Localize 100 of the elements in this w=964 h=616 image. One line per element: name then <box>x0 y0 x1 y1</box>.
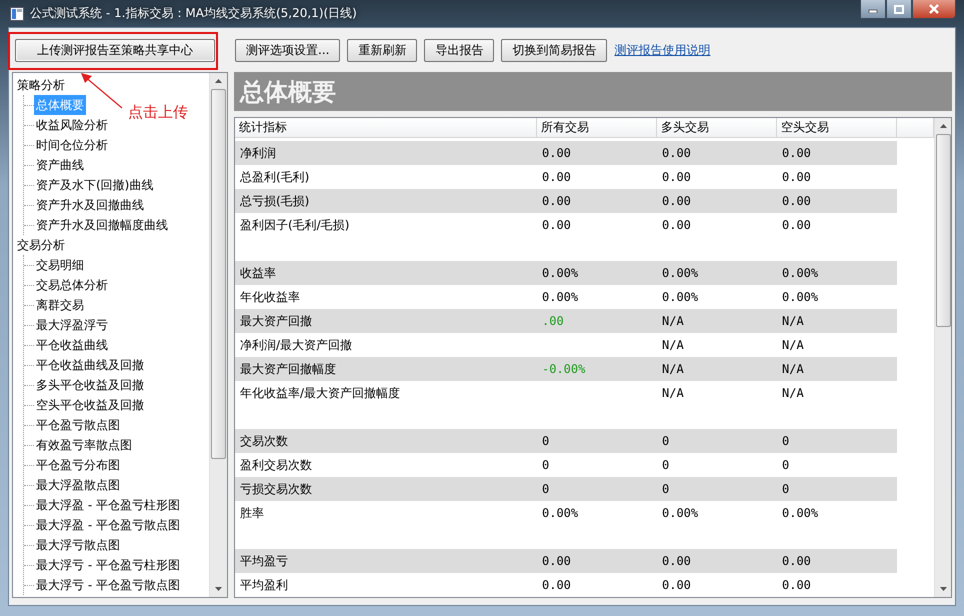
window-icon <box>10 6 24 20</box>
table-cell: 0.00% <box>542 290 578 304</box>
scroll-thumb[interactable] <box>936 134 950 327</box>
toolbar-button[interactable]: 测评选项设置... <box>235 38 340 62</box>
tree-item[interactable]: 资产及水下(回撤)曲线 <box>34 175 156 195</box>
table-cell: -0.00% <box>542 362 586 376</box>
table-cell: 交易次数 <box>240 434 288 448</box>
tree-item[interactable]: 最大浮亏 - 平仓盈亏柱形图 <box>34 555 182 575</box>
scroll-up-icon <box>215 79 222 83</box>
tree-item[interactable]: 最大浮盈散点图 <box>34 475 122 495</box>
tree-item[interactable]: 收益风险分析 <box>34 115 110 135</box>
tree-group[interactable]: 策略分析 <box>15 75 67 95</box>
table-cell: 盈利交易次数 <box>240 458 312 472</box>
table-cell: 净利润 <box>240 146 276 160</box>
tree-item[interactable]: 资产曲线 <box>34 155 86 175</box>
tree-item[interactable]: 平仓盈亏散点图 <box>34 415 122 435</box>
table-cell: 0.00 <box>662 194 691 208</box>
tree-item[interactable]: 最大浮盈 - 平仓盈亏柱形图 <box>34 495 182 515</box>
tree-item[interactable]: 时间仓位分析 <box>34 135 110 155</box>
column-header[interactable]: 统计指标 <box>235 118 537 137</box>
table-cell: N/A <box>782 386 804 400</box>
table-cell: 总亏损(毛损) <box>240 194 310 208</box>
tree-item[interactable]: 平仓收益曲线及回撤 <box>34 355 146 375</box>
toolbar-button[interactable]: 导出报告 <box>424 38 494 62</box>
table-cell: 0.00 <box>662 578 691 592</box>
table-cell: 0.00 <box>542 554 571 568</box>
tree-item[interactable]: 有效盈亏率散点图 <box>34 435 134 455</box>
table-cell: 0.00 <box>782 146 811 160</box>
table-cell: 0.00 <box>542 194 571 208</box>
table-cell: 0.00 <box>782 170 811 184</box>
table-cell: 胜率 <box>240 506 264 520</box>
tree-item[interactable]: 离群交易 <box>34 295 86 315</box>
table-cell: 0.00 <box>542 218 571 232</box>
table-cell: 总盈利(毛利) <box>240 170 310 184</box>
tree-item[interactable]: 平仓盈亏分布图 <box>34 455 122 475</box>
tree-item[interactable]: 资产升水及回撤曲线 <box>34 195 146 215</box>
table-cell: N/A <box>662 314 684 328</box>
tree-item[interactable]: 最大浮盈 - 平仓盈亏散点图 <box>34 515 182 535</box>
maximize-button[interactable] <box>886 0 912 19</box>
tree-item[interactable]: 交易总体分析 <box>34 275 110 295</box>
column-header[interactable]: 所有交易 <box>537 118 657 137</box>
table-cell: N/A <box>782 338 804 352</box>
table-cell: 0.00% <box>782 266 818 280</box>
table-cell: 0.00 <box>782 554 811 568</box>
table-cell: 0.00% <box>662 266 698 280</box>
table-cell: 0.00% <box>662 506 698 520</box>
tree-item[interactable]: 最大浮盈浮亏 <box>34 315 110 335</box>
tree-group[interactable]: 交易分析 <box>15 235 67 255</box>
table-cell: 0.00% <box>782 506 818 520</box>
section-title: 总体概要 <box>240 76 336 108</box>
table-cell: 0 <box>662 434 670 448</box>
help-link[interactable]: 测评报告使用说明 <box>614 42 710 58</box>
table-cell: 0.00% <box>542 506 578 520</box>
table-cell: 0.00 <box>782 218 811 232</box>
maximize-icon <box>894 4 904 14</box>
table-cell: 0.00 <box>782 578 811 592</box>
table-cell: N/A <box>662 386 684 400</box>
table-cell: 0 <box>662 458 670 472</box>
tree-item[interactable]: 最大浮亏散点图 <box>34 535 122 555</box>
table-cell: 0.00 <box>542 146 571 160</box>
scroll-thumb[interactable] <box>211 89 226 459</box>
tree-item[interactable]: 多头平仓收益及回撤 <box>34 375 146 395</box>
table-cell: 0.00 <box>662 218 691 232</box>
scrollbar[interactable] <box>934 118 951 597</box>
annotation-text: 点击上传 <box>128 103 188 122</box>
table-cell: 最大资产回撤 <box>240 314 312 328</box>
tree-item[interactable]: 平仓收益曲线 <box>34 335 110 355</box>
table-cell: 盈利因子(毛利/毛损) <box>240 218 350 232</box>
table-cell: N/A <box>782 314 804 328</box>
table-cell: 0 <box>542 458 550 472</box>
table-cell: 年化收益率 <box>240 290 300 304</box>
table-cell: 亏损交易次数 <box>240 482 312 496</box>
window-title: 公式测试系统 - 1.指标交易：MA均线交易系统(5,20,1)(日线) <box>30 5 357 22</box>
table-cell: 收益率 <box>240 266 276 280</box>
close-button[interactable] <box>912 0 956 19</box>
scroll-down-icon <box>215 587 222 591</box>
table-cell: 0.00 <box>542 170 571 184</box>
minimize-button[interactable] <box>860 0 886 19</box>
table-cell: 0.00 <box>542 578 571 592</box>
scrollbar[interactable] <box>209 73 227 597</box>
table-cell: 0 <box>782 434 790 448</box>
close-icon <box>928 4 940 14</box>
table-cell: 净利润/最大资产回撤 <box>240 338 352 352</box>
toolbar-button[interactable]: 重新刷新 <box>347 38 418 62</box>
tree-item[interactable]: 空头平仓收益及回撤 <box>34 395 146 415</box>
table-cell: N/A <box>662 338 684 352</box>
tree-item[interactable]: 最大浮亏 - 平仓盈亏散点图 <box>34 575 182 595</box>
table-cell: 年化收益率/最大资产回撤幅度 <box>240 386 400 400</box>
tree-item[interactable]: 资产升水及回撤幅度曲线 <box>34 215 170 235</box>
table-cell: 0.00 <box>782 194 811 208</box>
table-cell: 0 <box>542 434 550 448</box>
toolbar-button[interactable]: 上传测评报告至策略共享中心 <box>15 38 215 62</box>
column-header[interactable]: 空头交易 <box>777 118 897 137</box>
toolbar-button[interactable]: 切换到简易报告 <box>501 38 608 62</box>
scroll-up-icon <box>940 124 946 128</box>
tree-item[interactable]: 交易明细 <box>34 255 86 275</box>
table-cell: 0.00 <box>662 170 691 184</box>
table-cell: N/A <box>782 362 804 376</box>
column-header[interactable]: 多头交易 <box>657 118 777 137</box>
table-cell: 0.00 <box>662 146 691 160</box>
